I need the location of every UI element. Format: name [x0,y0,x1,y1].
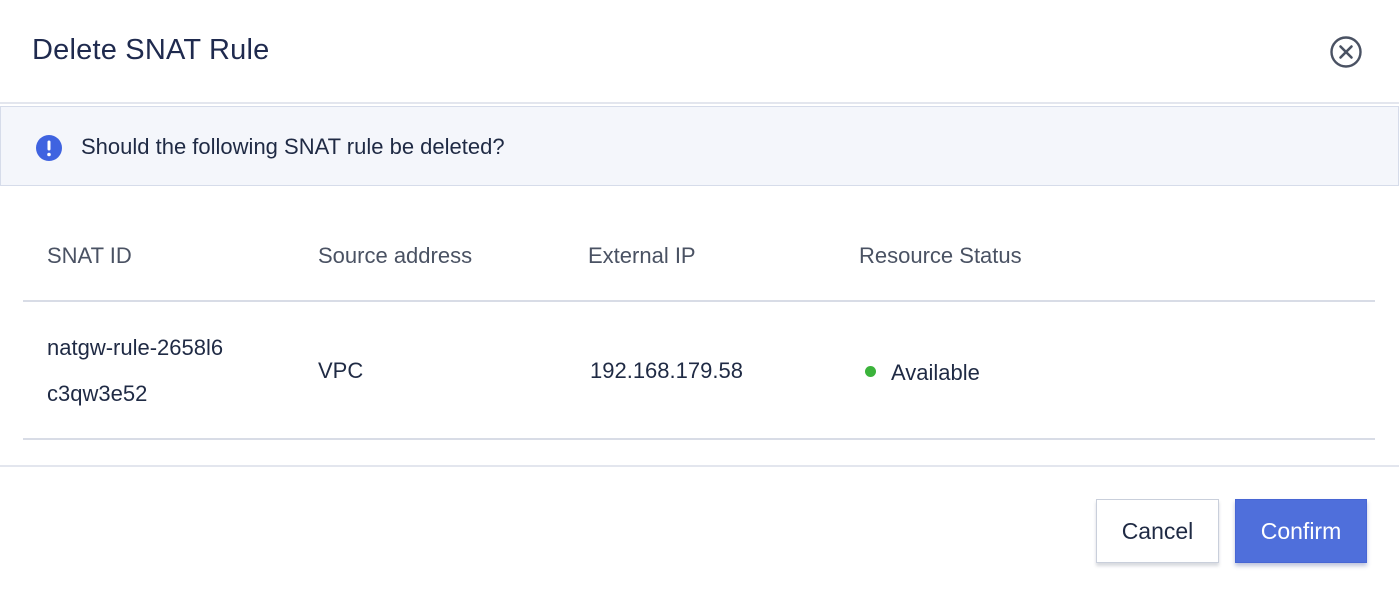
dialog-footer: Cancel Confirm [0,465,1399,590]
snat-id-line-2: c3qw3e52 [47,381,148,406]
source-address-cell: VPC [318,358,364,383]
snat-rule-table: SNAT ID Source address External IP Resou… [23,212,1375,440]
column-header-resource-status: Resource Status [859,243,1022,268]
snat-id-line-1: natgw-rule-2658l6 [47,335,224,360]
warning-alert: Should the following SNAT rule be delete… [0,106,1399,186]
column-header-source-address: Source address [318,243,473,268]
confirm-button[interactable]: Confirm [1235,499,1367,563]
alert-message: Should the following SNAT rule be delete… [81,134,505,159]
resource-status-cell: Available [891,360,980,385]
table-row: natgw-rule-2658l6 c3qw3e52 VPC 192.168.1… [23,302,1375,440]
column-header-snat-id: SNAT ID [47,243,132,268]
external-ip-cell: 192.168.179.58 [590,358,743,383]
snat-id-cell: natgw-rule-2658l6 c3qw3e52 [47,325,223,417]
dialog-header: Delete SNAT Rule [0,0,1399,104]
dialog-title: Delete SNAT Rule [32,34,270,66]
cancel-button[interactable]: Cancel [1096,499,1219,563]
close-icon[interactable] [1329,35,1363,69]
delete-snat-rule-dialog: Delete SNAT Rule Should the following SN… [0,0,1399,590]
column-header-external-ip: External IP [588,243,696,268]
exclamation-circle-icon [36,135,62,161]
table-header-row: SNAT ID Source address External IP Resou… [23,212,1375,302]
status-indicator-dot [865,366,876,377]
